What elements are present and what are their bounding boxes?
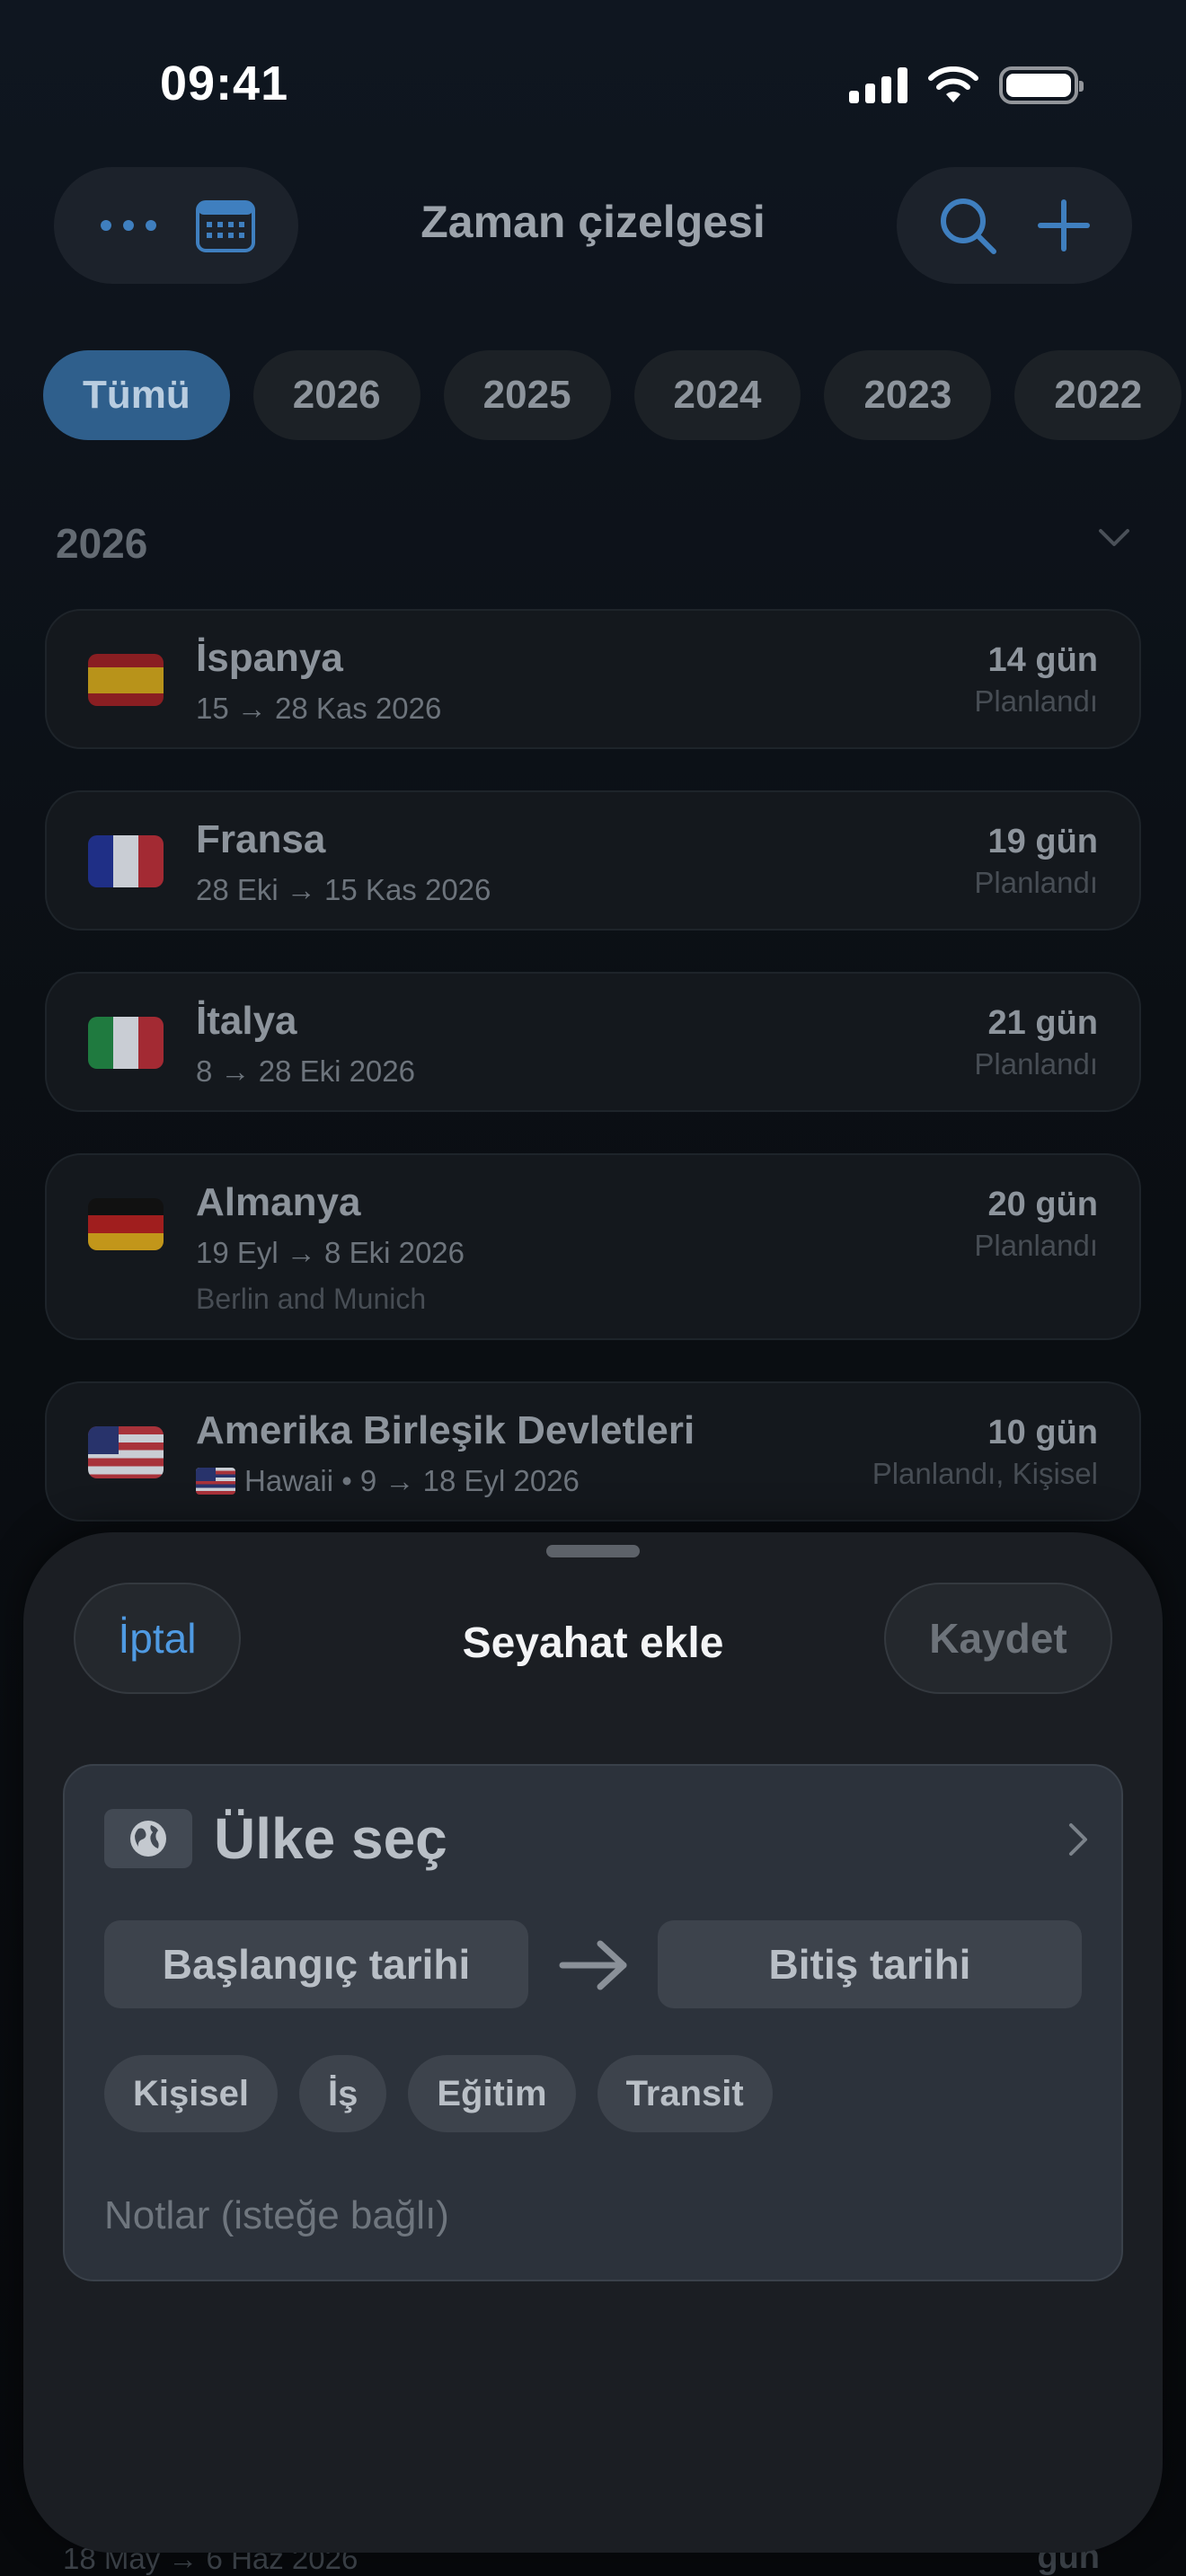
save-button[interactable]: Kaydet xyxy=(884,1583,1112,1694)
arrow-right-icon xyxy=(559,1938,631,1997)
usa-flag-icon xyxy=(88,1426,164,1478)
sheet-grabber[interactable] xyxy=(546,1545,640,1557)
filter-chip-2022[interactable]: 2022 xyxy=(1014,350,1182,440)
battery-icon xyxy=(999,66,1084,104)
trip-dates: 8 → 28 Eki 2026 xyxy=(196,1054,415,1088)
france-flag-icon xyxy=(88,835,164,887)
italy-flag-icon xyxy=(88,1017,164,1069)
section-collapse-button[interactable] xyxy=(1098,528,1130,552)
filter-chip-all[interactable]: Tümü xyxy=(43,350,230,440)
trip-status: Planlandı xyxy=(974,1229,1098,1262)
category-chip-personal[interactable]: Kişisel xyxy=(104,2055,278,2132)
trip-status: Planlandı, Kişisel xyxy=(872,1457,1098,1490)
trip-row-italy[interactable]: İtalya 8 → 28 Eki 2026 21 gün Planlandı xyxy=(45,972,1141,1112)
filter-chip-2023[interactable]: 2023 xyxy=(824,350,992,440)
section-title: 2026 xyxy=(56,520,148,567)
nav-right-group xyxy=(897,167,1132,284)
cellular-signal-icon xyxy=(849,67,907,103)
trip-dates: 15 → 28 Kas 2026 xyxy=(196,692,442,725)
trip-country: İtalya xyxy=(196,999,297,1043)
trip-days: 21 gün xyxy=(987,1004,1098,1042)
search-icon xyxy=(941,198,996,254)
trip-row-spain[interactable]: İspanya 15 → 28 Kas 2026 14 gün Planland… xyxy=(45,609,1141,749)
trip-days: 10 gün xyxy=(987,1414,1098,1451)
add-trip-sheet: İptal Seyahat ekle Kaydet Ülke seç Başla… xyxy=(23,1532,1163,2553)
timeline-screen: 09:41 Zaman çizelgesi Tümü 2026 2025 202… xyxy=(0,0,1186,2576)
trip-days: 14 gün xyxy=(987,641,1098,679)
globe-icon xyxy=(130,1821,166,1857)
trip-days: 20 gün xyxy=(987,1186,1098,1223)
spain-flag-icon xyxy=(88,654,164,706)
end-date-button[interactable]: Bitiş tarihi xyxy=(658,1920,1082,2008)
trip-dates: Hawaii • 9 → 18 Eyl 2026 xyxy=(196,1464,580,1498)
category-chip-business[interactable]: İş xyxy=(298,2055,387,2132)
trip-country: Amerika Birleşik Devletleri xyxy=(196,1408,695,1452)
filter-chip-2026[interactable]: 2026 xyxy=(252,350,420,440)
trip-dates-text: Hawaii • 9 → 18 Eyl 2026 xyxy=(244,1464,580,1497)
start-date-button[interactable]: Başlangıç tarihi xyxy=(104,1920,528,2008)
notes-input[interactable]: Notlar (isteğe bağlı) xyxy=(104,2193,449,2238)
status-bar: 09:41 xyxy=(0,0,1186,171)
trip-country: İspanya xyxy=(196,636,343,680)
country-flag-placeholder xyxy=(104,1809,192,1868)
trip-status: Planlandı xyxy=(974,684,1098,718)
wifi-icon xyxy=(928,66,978,102)
trip-note: Berlin and Munich xyxy=(196,1283,427,1315)
trip-status: Planlandı xyxy=(974,1047,1098,1081)
trip-dates: 28 Eki → 15 Kas 2026 xyxy=(196,873,491,906)
category-chip-transit[interactable]: Transit xyxy=(597,2055,773,2132)
plus-icon xyxy=(1038,199,1090,251)
country-select[interactable]: Ülke seç xyxy=(214,1805,447,1872)
search-button[interactable] xyxy=(938,196,997,255)
trip-row-germany[interactable]: Almanya 19 Eyl → 8 Eki 2026 Berlin and M… xyxy=(45,1153,1141,1340)
year-filter-bar: Tümü 2026 2025 2024 2023 2022 xyxy=(43,350,1182,440)
chevron-right-icon xyxy=(1067,1822,1089,1862)
filter-chip-2024[interactable]: 2024 xyxy=(633,350,801,440)
trip-dates: 19 Eyl → 8 Eki 2026 xyxy=(196,1236,465,1269)
category-chips: Kişisel İş Eğitim Transit xyxy=(104,2055,773,2132)
filter-chip-2025[interactable]: 2025 xyxy=(443,350,611,440)
germany-flag-icon xyxy=(88,1198,164,1250)
trip-row-usa[interactable]: Amerika Birleşik Devletleri Hawaii • 9 →… xyxy=(45,1381,1141,1522)
add-button[interactable] xyxy=(1037,198,1091,252)
status-icons xyxy=(849,66,1084,104)
trip-form-card: Ülke seç Başlangıç tarihi Bitiş tarihi K… xyxy=(63,1764,1123,2281)
trip-country: Fransa xyxy=(196,817,326,861)
trip-country: Almanya xyxy=(196,1180,361,1224)
category-chip-education[interactable]: Eğitim xyxy=(408,2055,576,2132)
trip-row-france[interactable]: Fransa 28 Eki → 15 Kas 2026 19 gün Planl… xyxy=(45,790,1141,931)
status-time: 09:41 xyxy=(160,57,289,110)
hawaii-flag-icon xyxy=(196,1468,235,1495)
trip-status: Planlandı xyxy=(974,866,1098,899)
chevron-down-icon xyxy=(1099,529,1129,546)
trip-days: 19 gün xyxy=(987,823,1098,860)
